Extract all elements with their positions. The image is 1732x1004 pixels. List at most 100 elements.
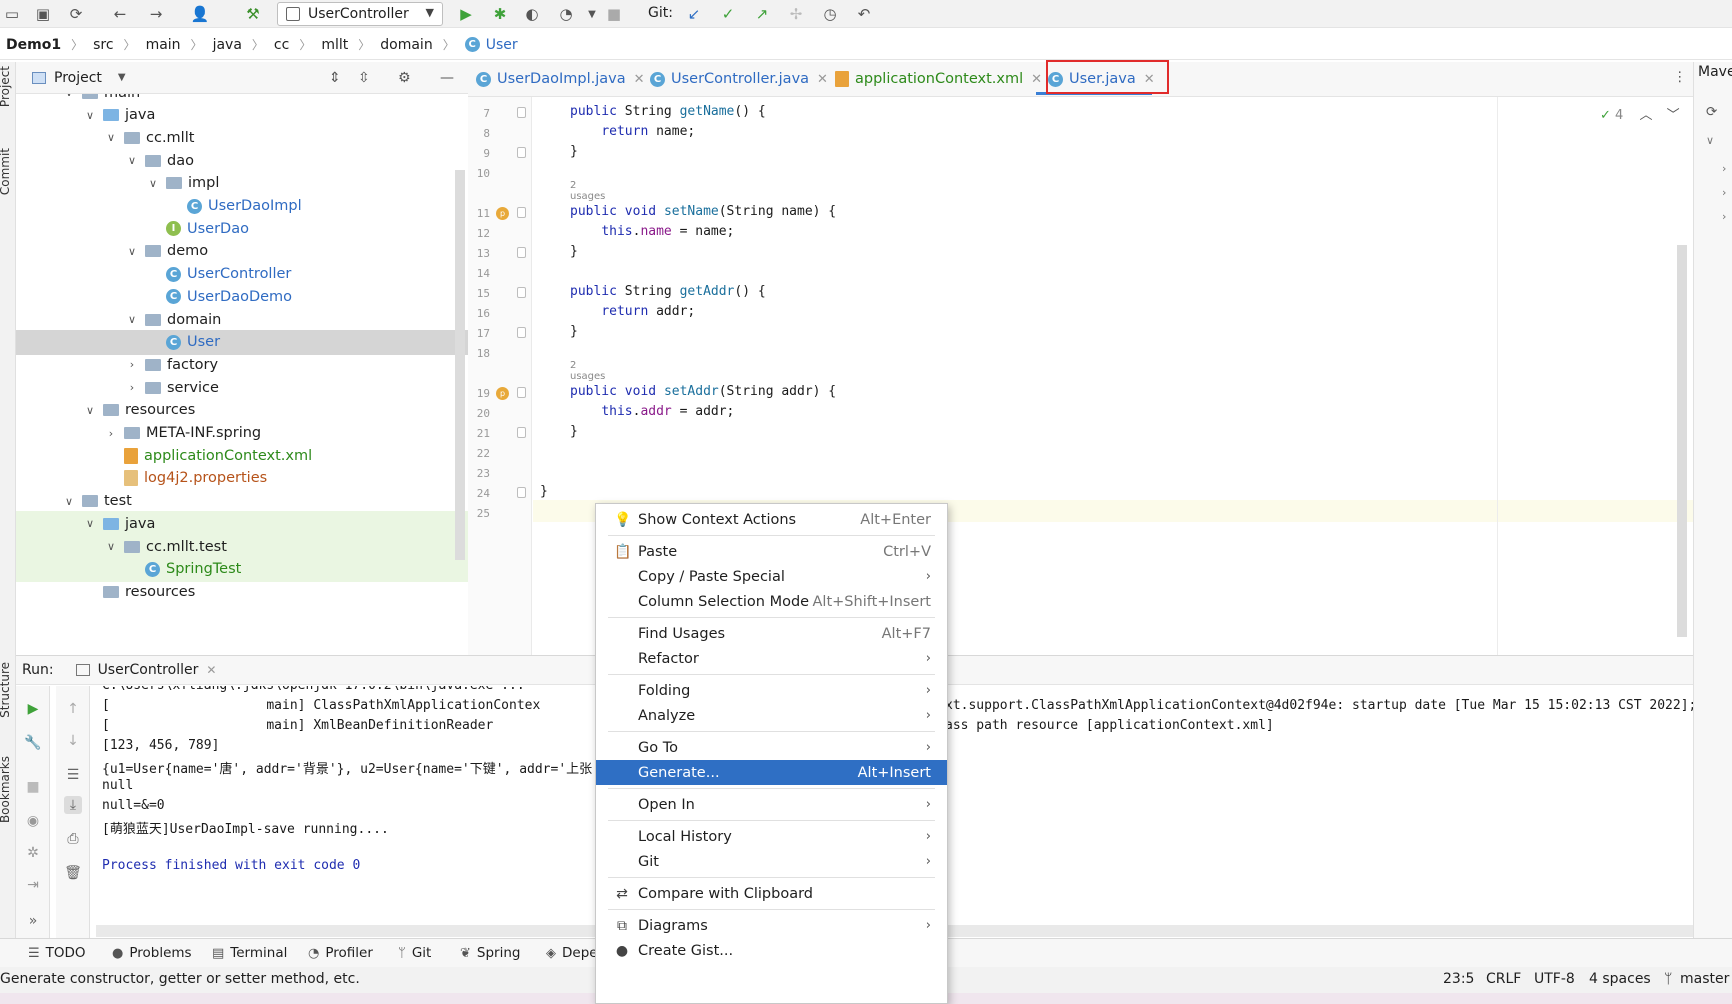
more-tabs-icon[interactable]: ⋮ <box>1673 69 1687 85</box>
tree-item[interactable]: C User <box>16 329 468 355</box>
profile-icon[interactable]: ◔ <box>556 4 576 24</box>
menu-item-git[interactable]: Git › <box>596 849 947 874</box>
tree-item[interactable]: applicationContext.xml <box>16 443 468 468</box>
chevron-right-icon[interactable]: › <box>1722 162 1726 175</box>
project-tool-tab[interactable]: Project <box>0 66 12 107</box>
tree-item[interactable]: resources <box>16 579 468 604</box>
tab-problems[interactable]: ● Problems <box>112 945 192 961</box>
camera-icon[interactable]: ◉ <box>24 812 42 830</box>
tree-item[interactable]: ∨ impl <box>16 171 468 196</box>
save-icon[interactable]: ▣ <box>33 4 53 24</box>
tree-item[interactable]: ∨ dao <box>16 148 468 173</box>
forward-icon[interactable]: → <box>146 4 166 24</box>
tab-git[interactable]: ᛘ Git <box>398 945 431 961</box>
git-commit-icon[interactable]: ✓ <box>718 4 738 24</box>
arrow-up-icon[interactable]: ↑ <box>64 700 82 718</box>
tab-applicationcontext[interactable]: applicationContext.xml ✕ <box>835 62 1042 96</box>
menu-item-refactor[interactable]: Refactor › <box>596 646 947 671</box>
chevron-down-icon[interactable]: ∨ <box>104 540 118 553</box>
tree-item[interactable]: C UserDaoImpl <box>16 194 468 219</box>
sync-icon[interactable]: ⟳ <box>66 4 86 24</box>
menu-item-create-gist[interactable]: ● Create Gist... <box>596 938 947 963</box>
usages-hint[interactable]: 2 usages <box>570 180 605 202</box>
tree-item[interactable]: log4j2.properties <box>16 466 468 491</box>
scroll-to-end-icon[interactable]: ⤓ <box>64 796 82 814</box>
chevron-right-icon[interactable]: › <box>104 427 118 440</box>
breadcrumb-project[interactable]: Demo1 <box>6 37 61 53</box>
tab-profiler[interactable]: ◔ Profiler <box>308 945 373 961</box>
property-marker-icon[interactable]: p <box>496 207 509 220</box>
debug-icon[interactable]: ✱ <box>490 4 510 24</box>
git-update-icon[interactable]: ↙ <box>684 4 704 24</box>
git-branch[interactable]: master <box>1680 971 1729 987</box>
tree-item[interactable]: › service <box>16 375 468 400</box>
chevron-down-icon[interactable]: ∨ <box>125 154 139 167</box>
project-pane-title[interactable]: Project <box>54 70 102 86</box>
tree-item[interactable]: I UserDao <box>16 216 468 241</box>
tree-item[interactable]: ∨ demo <box>16 239 468 264</box>
open-folder-icon[interactable]: ▭ <box>2 4 22 24</box>
menu-item-open-in[interactable]: Open In › <box>596 792 947 817</box>
structure-tool-tab[interactable]: Structure <box>0 662 12 718</box>
menu-item-find-usages[interactable]: Find Usages Alt+F7 <box>596 621 947 646</box>
breadcrumb-user[interactable]: User <box>486 37 518 53</box>
file-encoding[interactable]: UTF-8 <box>1534 971 1575 987</box>
chevron-down-icon[interactable]: ∨ <box>83 517 97 530</box>
user-icon[interactable]: 👤 <box>190 4 210 24</box>
tab-todo[interactable]: ☰ TODO <box>28 945 86 961</box>
run-configuration-selector[interactable]: UserController ▼ <box>277 2 443 26</box>
stop-icon[interactable]: ■ <box>24 778 42 796</box>
close-icon[interactable]: ✕ <box>817 72 828 87</box>
property-marker-icon[interactable]: p <box>496 387 509 400</box>
breadcrumb-cc[interactable]: cc <box>274 37 289 53</box>
tab-userdaoimpl[interactable]: C UserDaoImpl.java ✕ <box>476 62 645 96</box>
bookmarks-tool-tab[interactable]: Bookmarks <box>0 756 12 823</box>
fold-marker-icon[interactable] <box>517 287 526 298</box>
chevron-down-icon[interactable]: ∨ <box>125 313 139 326</box>
build-hammer-icon[interactable]: ⚒ <box>243 4 263 24</box>
fold-marker-icon[interactable] <box>517 427 526 438</box>
chevron-down-icon[interactable]: ﹀ <box>1667 108 1680 123</box>
reload-icon[interactable]: ⟳ <box>1706 104 1717 120</box>
menu-item-diagrams[interactable]: ⧉ Diagrams › <box>596 913 947 938</box>
menu-item-generate[interactable]: Generate... Alt+Insert <box>596 760 947 785</box>
tab-usercontroller[interactable]: C UserController.java ✕ <box>650 62 828 96</box>
breadcrumb-mllt[interactable]: mllt <box>321 37 348 53</box>
tree-item[interactable]: ∨ java <box>16 103 468 128</box>
run-icon[interactable]: ▶ <box>456 4 476 24</box>
stop-icon[interactable]: ■ <box>604 4 624 24</box>
tree-item[interactable]: ∨ cc.mllt <box>16 125 468 150</box>
tab-terminal[interactable]: ▤ Terminal <box>212 945 287 961</box>
tab-dependencies[interactable]: ◈ Depe <box>546 945 598 961</box>
chevron-down-icon[interactable]: ∨ <box>62 495 76 508</box>
project-tree-scrollbar[interactable] <box>455 170 465 560</box>
git-merge-icon[interactable]: ✢ <box>786 4 806 24</box>
fold-marker-icon[interactable] <box>517 327 526 338</box>
fold-marker-icon[interactable] <box>517 147 526 158</box>
inspection-widget[interactable]: ✓ 4 ︿ ﹀ <box>1600 104 1680 123</box>
breadcrumb-main[interactable]: main <box>146 37 181 53</box>
history-icon[interactable]: ◷ <box>820 4 840 24</box>
menu-item-column-selection-mode[interactable]: Column Selection Mode Alt+Shift+Insert <box>596 589 947 614</box>
login-icon[interactable]: ⇥ <box>24 876 42 894</box>
chevron-right-icon[interactable]: › <box>1722 186 1726 199</box>
chevron-right-icon[interactable]: › <box>1722 210 1726 223</box>
tree-item[interactable]: C UserDaoDemo <box>16 284 468 309</box>
line-separator[interactable]: CRLF <box>1486 971 1521 987</box>
more-icon[interactable]: » <box>24 912 42 930</box>
tree-item[interactable]: ∨ resources <box>16 398 468 423</box>
more-run-chevron-icon[interactable]: ▼ <box>582 4 602 24</box>
breadcrumb-src[interactable]: src <box>93 37 113 53</box>
menu-item-folding[interactable]: Folding › <box>596 678 947 703</box>
fold-marker-icon[interactable] <box>517 107 526 118</box>
back-icon[interactable]: ← <box>110 4 130 24</box>
chevron-down-icon[interactable]: ∨ <box>125 245 139 258</box>
chevron-down-icon[interactable]: ∨ <box>146 177 160 190</box>
rerun-icon[interactable]: ▶ <box>24 700 42 718</box>
print-icon[interactable]: ⎙ <box>64 830 82 848</box>
trash-icon[interactable]: 🗑 <box>64 864 82 882</box>
close-icon[interactable]: ✕ <box>206 663 216 677</box>
chevron-up-icon[interactable]: ︿ <box>1639 108 1652 123</box>
tree-item[interactable]: ∨ domain <box>16 307 468 332</box>
usages-hint[interactable]: 2 usages <box>570 360 605 382</box>
